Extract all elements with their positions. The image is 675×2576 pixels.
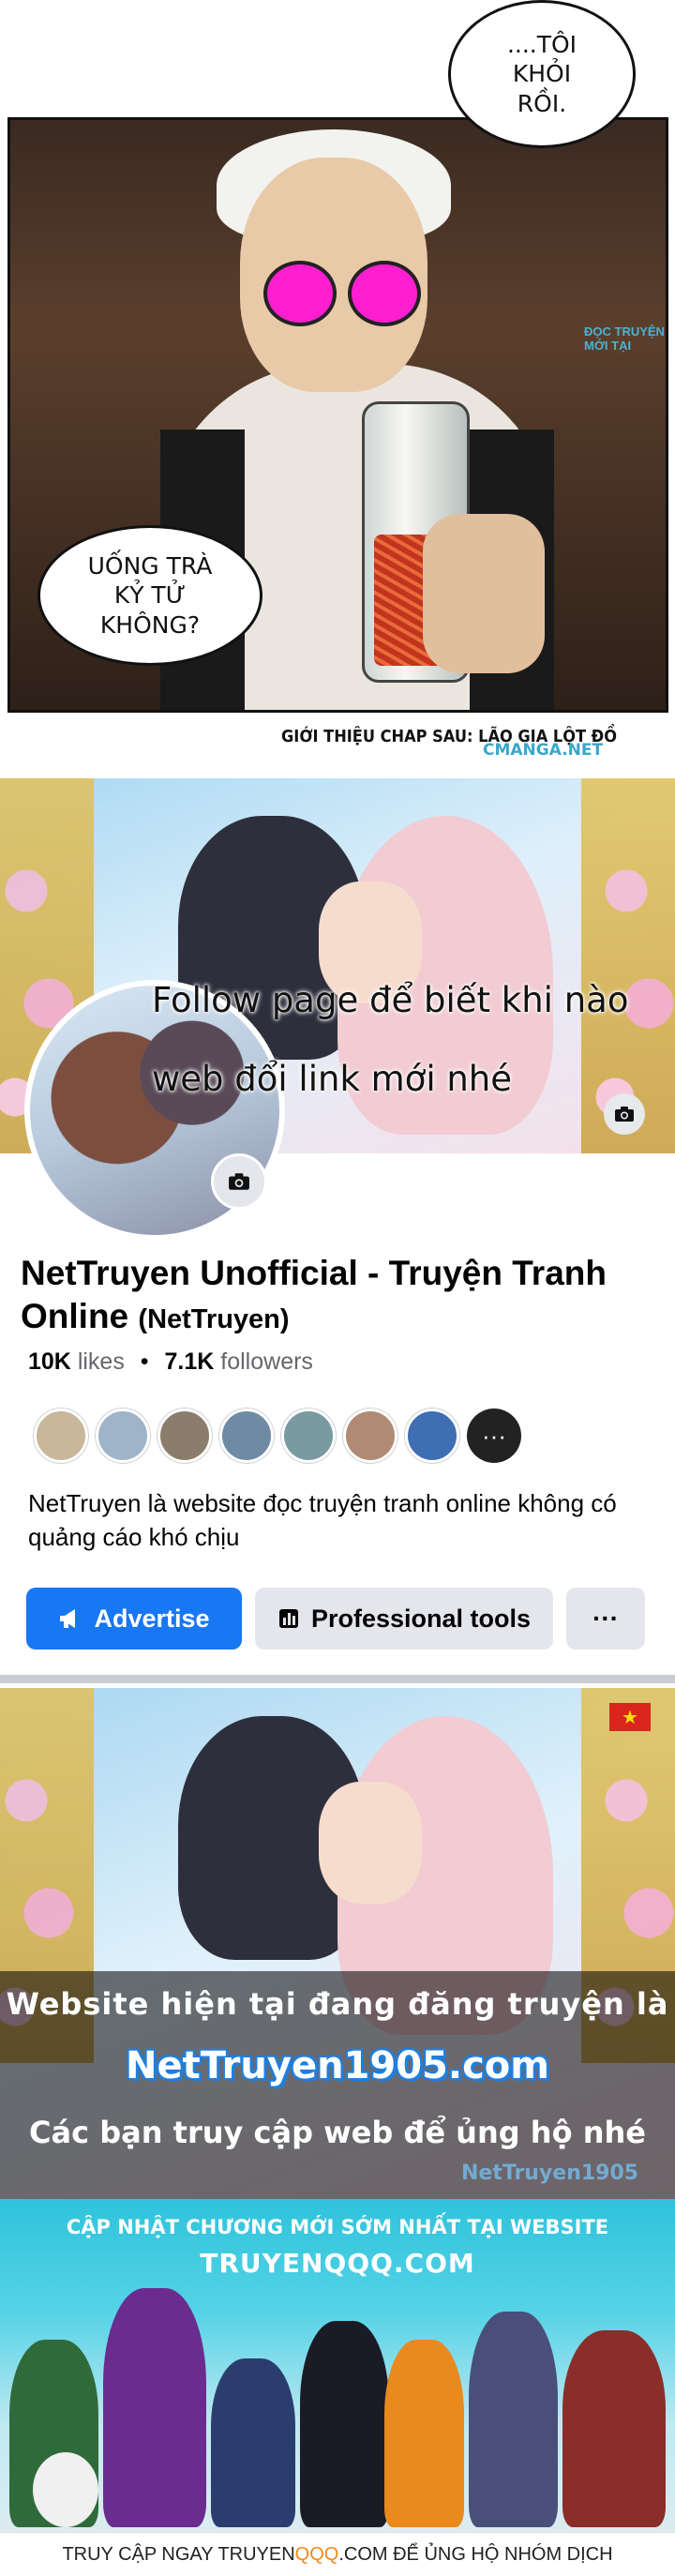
banner-site-url[interactable]: NetTruyen1905.com [0,2044,675,2087]
banner-line-1: Website hiện tại đang đăng truyện là [6,1986,669,2022]
page-alias: (NetTruyen) [138,1304,290,1334]
followers-label[interactable]: followers [220,1348,313,1375]
anime-character-4 [300,2321,389,2527]
page-name: NetTruyen Unofficial - Truyện Tranh Onli… [21,1254,607,1335]
follower-avatar[interactable] [34,1409,88,1463]
speech-bubble-top-text: ....TÔI KHỎI RỒI. [506,31,578,117]
camera-glyph [229,1173,249,1190]
qqq-heading-1: CẬP NHẬT CHƯƠNG MỚI SỚM NHẤT TẠI WEBSITE [66,2216,609,2238]
camera-glyph [615,1107,634,1122]
qqq-heading-2[interactable]: TRUYENQQQ.COM [0,2248,675,2279]
follower-avatar[interactable] [281,1409,336,1463]
more-options-button[interactable]: ··· [566,1588,645,1650]
banner-watermark: NetTruyen1905 [461,2162,639,2185]
follower-avatar[interactable] [219,1409,274,1463]
website-banner: ★ Website hiện tại đang đăng truyện là N… [0,1688,675,2199]
manga-panel: ĐỌC TRUYỆN MỚI TẠI ....TÔI KHỎI RỒI. UỐN… [0,0,675,769]
facebook-page-card: Follow page để biết khi nào web đổi link… [0,778,675,1683]
follower-avatar[interactable] [343,1409,398,1463]
anime-character-7 [562,2330,666,2527]
stats-separator: • [140,1348,149,1375]
more-followers-icon[interactable]: ··· [467,1409,521,1463]
manga-watermark-top: ĐỌC TRUYỆN MỚI TẠI [584,324,665,353]
advertise-button[interactable]: Advertise [26,1588,242,1650]
professional-tools-button[interactable]: Professional tools [255,1588,553,1650]
follower-avatar[interactable] [405,1409,459,1463]
chart-icon [278,1609,298,1628]
cover-caption: Follow page để biết khi nào web đổi link… [152,980,629,1099]
section-divider [0,1675,675,1683]
sunglasses-right-lens [348,261,421,326]
megaphone-icon [60,1609,76,1628]
anime-character-5 [384,2340,464,2527]
page-description: NetTruyen là website đọc truyện tranh on… [28,1489,617,1551]
likes-label[interactable]: likes [78,1348,125,1375]
anime-character-6 [469,2312,558,2527]
speech-bubble-top: ....TÔI KHỎI RỒI. [448,0,636,148]
more-options-icon: ··· [592,1604,619,1633]
speech-bubble-left-text: UỐNG TRÀ KỶ TỬ KHÔNG? [87,552,213,639]
professional-tools-label: Professional tools [310,1604,532,1633]
qqq-footer-highlight: QQQ [294,2544,339,2565]
speech-bubble-left: UỐNG TRÀ KỶ TỬ KHÔNG? [38,525,262,666]
banner-line-3: Các bạn truy cập web để ủng hộ nhé [29,2115,646,2150]
followers-count[interactable]: 7.1K [165,1348,215,1375]
likes-count[interactable]: 10K [28,1348,71,1375]
page-actions: Advertise Professional tools ··· [26,1588,645,1650]
page-title: NetTruyen Unofficial - Truyện Tranh Onli… [21,1252,639,1341]
cat-character [33,2452,98,2527]
qqq-footer[interactable]: TRUY CẬP NGAY TRUYENQQQ.COM ĐỂ ỦNG HỘ NH… [0,2532,675,2576]
vietnam-flag-icon: ★ [609,1703,651,1731]
follower-avatars: ··· [34,1409,521,1463]
manga-watermark: CMANGA.NET [483,741,604,760]
sunglasses-left-lens [263,261,337,326]
banner-face [319,1782,422,1904]
qqq-footer-post: .COM ĐỂ ỦNG HỘ NHÓM DỊCH [338,2544,613,2565]
camera-icon[interactable] [604,1093,645,1135]
anime-character-2 [103,2288,206,2527]
truyenqqq-banner: CẬP NHẬT CHƯƠNG MỚI SỚM NHẤT TẠI WEBSITE… [0,2199,675,2576]
follower-avatar[interactable] [158,1409,212,1463]
follower-avatar[interactable] [96,1409,150,1463]
character-hand [423,514,545,673]
page-stats: 10K likes • 7.1K followers [28,1348,313,1376]
avatar-camera-icon[interactable] [211,1153,267,1210]
anime-character-3 [211,2358,295,2527]
qqq-footer-pre: TRUY CẬP NGAY TRUYEN [62,2544,295,2565]
advertise-label: Advertise [94,1604,210,1633]
